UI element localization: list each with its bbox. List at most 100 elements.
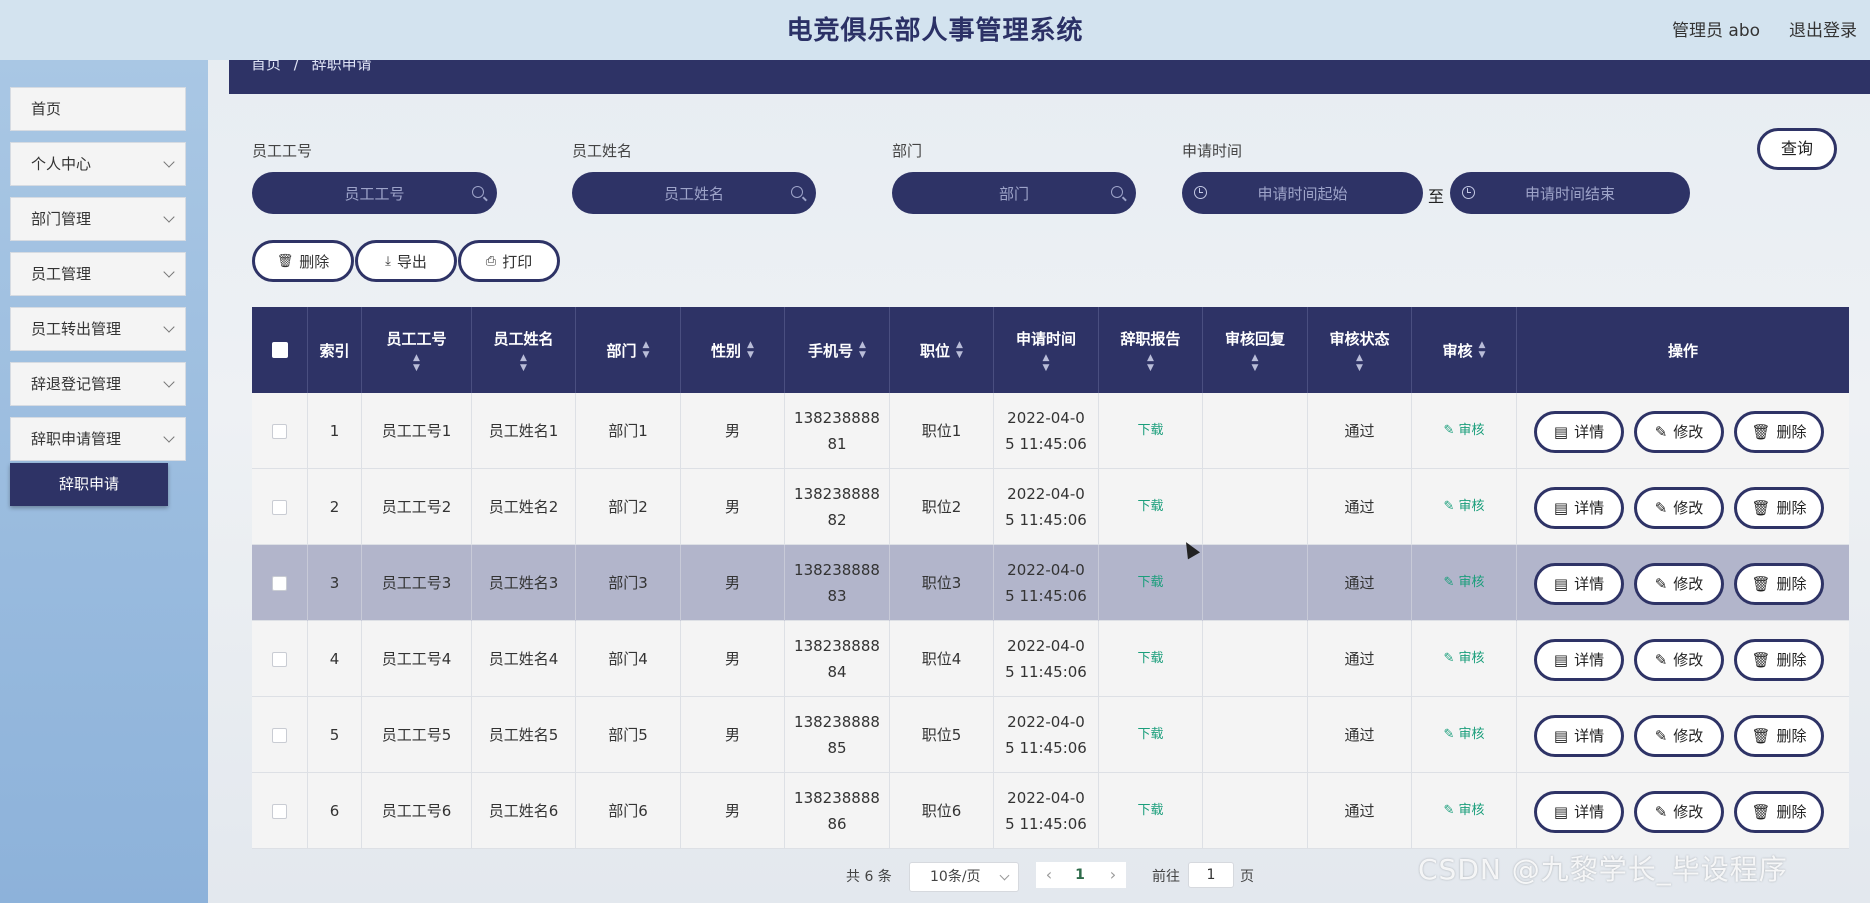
sidebar-item-home[interactable]: 首页 (10, 87, 186, 131)
apply-time-start-input[interactable]: 申请时间起始 (1182, 172, 1423, 214)
select-all-checkbox-cell[interactable] (252, 307, 308, 393)
cell-gender: 男 (681, 469, 785, 545)
col-dept[interactable]: 部门 ▲ ▼ (576, 307, 681, 393)
download-report-link[interactable]: 下载 (1137, 646, 1163, 672)
pencil-icon: ✎ (1443, 499, 1459, 514)
sort-icon[interactable]: ▲ ▼ (859, 340, 866, 360)
detail-button[interactable]: ▤ 详情 (1534, 715, 1624, 757)
col-report[interactable]: 辞职报告 ▲ ▼ (1099, 307, 1203, 393)
sort-icon[interactable]: ▲ ▼ (1479, 340, 1486, 360)
sort-icon[interactable]: ▲ ▼ (1252, 353, 1259, 373)
logout-link[interactable]: 退出登录 (1789, 16, 1857, 41)
page-number-current[interactable]: 1 (1070, 862, 1090, 888)
col-phone[interactable]: 手机号 ▲ ▼ (785, 307, 890, 393)
audit-link[interactable]: ✎ 审核 (1443, 570, 1484, 596)
emp-name-input[interactable]: 员工姓名 (572, 172, 816, 214)
col-apply-time[interactable]: 申请时间 ▲ ▼ (994, 307, 1099, 393)
table-row[interactable]: 1 员工工号1 员工姓名1 部门1 男 138238888 81 职位1 2022-04-0 5 … (252, 393, 1849, 469)
audit-link[interactable]: ✎ 审核 (1443, 798, 1484, 824)
col-status[interactable]: 审核状态 ▲ ▼ (1308, 307, 1412, 393)
audit-link[interactable]: ✎ 审核 (1443, 418, 1484, 444)
sidebar-item-transfer-out[interactable]: 员工转出管理 (10, 307, 186, 351)
edit-button[interactable]: ✎ 修改 (1634, 563, 1724, 605)
prev-page-button[interactable]: ‹ (1036, 862, 1062, 888)
edit-button[interactable]: ✎ 修改 (1634, 639, 1724, 681)
audit-link[interactable]: ✎ 审核 (1443, 646, 1484, 672)
edit-button[interactable]: ✎ 修改 (1634, 791, 1724, 833)
download-report-link[interactable]: 下载 (1137, 798, 1163, 824)
col-emp-no[interactable]: 员工工号 ▲ ▼ (362, 307, 472, 393)
col-gender[interactable]: 性别 ▲ ▼ (681, 307, 785, 393)
detail-button[interactable]: ▤ 详情 (1534, 791, 1624, 833)
print-button[interactable]: ⎙ 打印 (458, 240, 560, 282)
emp-no-input[interactable]: 员工工号 (252, 172, 497, 214)
sidebar-item-resignation[interactable]: 辞职申请管理 (10, 417, 186, 461)
select-all-checkbox[interactable] (271, 342, 288, 358)
download-report-link[interactable]: 下载 (1137, 418, 1163, 444)
sort-icon[interactable]: ▲ ▼ (956, 340, 963, 360)
row-delete-button[interactable]: 🗑 删除 (1734, 639, 1824, 681)
row-checkbox[interactable] (272, 575, 287, 591)
phone-line-1: 138238888 (794, 485, 880, 503)
audit-link[interactable]: ✎ 审核 (1443, 722, 1484, 748)
table-row[interactable]: 6 员工工号6 员工姓名6 部门6 男 138238888 86 职位6 2022-04-0 5 … (252, 773, 1849, 849)
row-checkbox[interactable] (272, 803, 287, 819)
row-delete-button[interactable]: 🗑 删除 (1734, 563, 1824, 605)
col-position[interactable]: 职位 ▲ ▼ (890, 307, 994, 393)
detail-button[interactable]: ▤ 详情 (1534, 487, 1624, 529)
detail-button[interactable]: ▤ 详情 (1534, 563, 1624, 605)
edit-button[interactable]: ✎ 修改 (1634, 715, 1724, 757)
sort-icon[interactable]: ▲ ▼ (747, 340, 754, 360)
col-reply[interactable]: 审核回复 ▲ ▼ (1203, 307, 1308, 393)
download-report-link[interactable]: 下载 (1137, 570, 1163, 596)
col-audit[interactable]: 审核 ▲ ▼ (1412, 307, 1517, 393)
detail-button[interactable]: ▤ 详情 (1534, 639, 1624, 681)
page-suffix: 页 (1240, 869, 1254, 885)
apply-time-end-input[interactable]: 申请时间结束 (1450, 172, 1690, 214)
sidebar-item-personal-center[interactable]: 个人中心 (10, 142, 186, 186)
edit-button[interactable]: ✎ 修改 (1634, 487, 1724, 529)
row-checkbox[interactable] (272, 423, 287, 439)
col-emp-name[interactable]: 员工姓名 ▲ ▼ (472, 307, 576, 393)
row-delete-button[interactable]: 🗑 删除 (1734, 487, 1824, 529)
table-row[interactable]: 3 员工工号3 员工姓名3 部门3 男 138238888 83 职位3 2022-04-0 5 … (252, 545, 1849, 621)
dept-input[interactable]: 部门 (892, 172, 1136, 214)
edit-button[interactable]: ✎ 修改 (1634, 411, 1724, 453)
row-checkbox[interactable] (272, 651, 287, 667)
table-row[interactable]: 4 员工工号4 员工姓名4 部门4 男 138238888 84 职位4 2022-04-0 5 … (252, 621, 1849, 697)
row-checkbox[interactable] (272, 727, 287, 743)
row-delete-button[interactable]: 🗑 删除 (1734, 715, 1824, 757)
sidebar-item-dismissal[interactable]: 辞退登记管理 (10, 362, 186, 406)
sidebar-item-employee[interactable]: 员工管理 (10, 252, 186, 296)
goto-page-input[interactable]: 1 (1188, 862, 1234, 888)
sort-icon[interactable]: ▲ ▼ (1356, 353, 1363, 373)
sort-icon[interactable]: ▲ ▼ (643, 340, 650, 360)
sort-icon[interactable]: ▲ ▼ (413, 353, 420, 373)
sort-icon[interactable]: ▲ ▼ (1147, 353, 1154, 373)
audit-link[interactable]: ✎ 审核 (1443, 494, 1484, 520)
page-size-select[interactable]: 10条/页 (909, 862, 1019, 892)
row-delete-button[interactable]: 🗑 删除 (1734, 791, 1824, 833)
table-row[interactable]: 2 员工工号2 员工姓名2 部门2 男 138238888 82 职位2 2022-04-0 5 … (252, 469, 1849, 545)
bulk-delete-button[interactable]: 🗑 删除 (252, 240, 354, 282)
download-report-link[interactable]: 下载 (1137, 722, 1163, 748)
query-button[interactable]: 查询 (1757, 128, 1837, 170)
sort-icon[interactable]: ▲ ▼ (1043, 353, 1050, 373)
cell-index: 5 (308, 697, 362, 773)
apply-time-end-placeholder: 申请时间结束 (1524, 184, 1615, 203)
document-icon: ▤ (1553, 575, 1569, 593)
download-report-link[interactable]: 下载 (1137, 494, 1163, 520)
col-ops: 操作 (1517, 307, 1849, 393)
sidebar-subitem-resignation-apply[interactable]: 辞职申请 (10, 463, 168, 506)
document-icon: ▤ (1553, 727, 1569, 745)
next-page-button[interactable]: › (1100, 862, 1126, 888)
detail-button[interactable]: ▤ 详情 (1534, 411, 1624, 453)
table-row[interactable]: 5 员工工号5 员工姓名5 部门5 男 138238888 85 职位5 2022-04-0 5 … (252, 697, 1849, 773)
sidebar-item-department[interactable]: 部门管理 (10, 197, 186, 241)
breadcrumb-home[interactable]: 首页 (251, 60, 281, 73)
sort-icon[interactable]: ▲ ▼ (520, 353, 527, 373)
export-button[interactable]: ⤓ 导出 (355, 240, 457, 282)
row-delete-button[interactable]: 🗑 删除 (1734, 411, 1824, 453)
cell-reply (1203, 697, 1308, 773)
row-checkbox[interactable] (272, 499, 287, 515)
